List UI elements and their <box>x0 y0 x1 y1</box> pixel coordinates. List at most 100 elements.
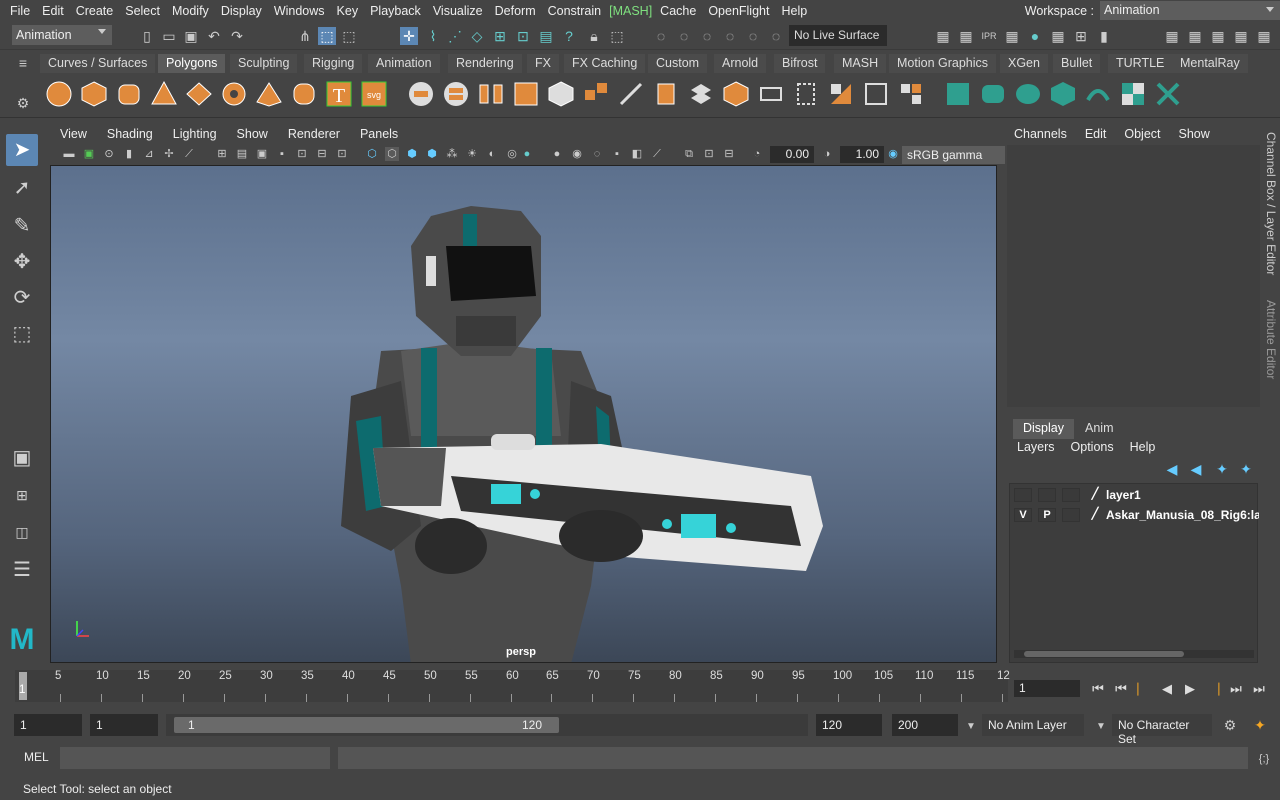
layer-visibility-toggle[interactable]: V <box>1014 508 1032 522</box>
menu-openflight[interactable]: OpenFlight <box>702 4 775 18</box>
layer-color-swatch[interactable]: ╱ <box>1086 488 1104 502</box>
snap-view-icon[interactable]: ⊞ <box>491 27 509 45</box>
tab-motion-graphics[interactable]: Motion Graphics <box>889 54 997 73</box>
menu-edit[interactable]: Edit <box>36 4 70 18</box>
xray-icon[interactable]: ◌ <box>590 147 604 161</box>
textured-icon[interactable]: ⬢ <box>405 147 419 161</box>
playback-end-field[interactable]: 120 <box>816 714 882 736</box>
go-to-end-icon[interactable]: ⏭ <box>1249 680 1269 698</box>
tab-bullet[interactable]: Bullet <box>1053 54 1101 73</box>
text-tool-icon[interactable]: T <box>325 80 353 108</box>
layer-playback-toggle[interactable]: P <box>1038 508 1056 522</box>
ipr-render-icon[interactable]: IPR <box>980 27 998 45</box>
layer-row[interactable]: V P ╱ Askar_Manusia_08_Rig6:layer1 <box>1010 505 1259 525</box>
uv-editor-icon[interactable] <box>1154 80 1182 108</box>
safe-action-icon[interactable]: ▤ <box>235 147 249 161</box>
menuset-dropdown[interactable]: Animation <box>12 25 112 45</box>
uv-unfold-icon[interactable] <box>1084 80 1112 108</box>
channelbox-menu-object[interactable]: Object <box>1115 127 1169 141</box>
layer-editor-toggle-icon[interactable]: ▦ <box>1255 27 1273 45</box>
use-all-lights-icon[interactable]: ⬢ <box>425 147 439 161</box>
tab-xgen[interactable]: XGen <box>1000 54 1048 73</box>
history-icon[interactable]: ▤ <box>537 27 555 45</box>
snap-grid-icon[interactable]: ✛ <box>400 27 418 45</box>
chevron-down-icon[interactable]: ▼ <box>1092 718 1110 736</box>
undo-icon[interactable]: ↶ <box>205 27 223 45</box>
panel-menu-shading[interactable]: Shading <box>97 127 163 141</box>
step-back-frame-icon[interactable]: ⎸ <box>1134 680 1154 698</box>
menu-help[interactable]: Help <box>775 4 813 18</box>
animation-start-field[interactable]: 1 <box>14 714 82 736</box>
perspective-viewport[interactable]: persp <box>50 165 997 663</box>
panel-menu-renderer[interactable]: Renderer <box>278 127 350 141</box>
anim-layer-dropdown[interactable]: No Anim Layer <box>982 714 1084 736</box>
hypershade-icon[interactable]: ● <box>1026 27 1044 45</box>
channelbox-menu-channels[interactable]: Channels <box>1005 127 1076 141</box>
render-settings-icon[interactable]: ▦ <box>934 27 952 45</box>
insert-edge-loop-icon[interactable] <box>757 80 785 108</box>
shelf-menu-icon[interactable]: ≡ <box>14 54 32 72</box>
layer-type-toggle[interactable] <box>1062 488 1080 502</box>
smooth-icon[interactable] <box>512 80 540 108</box>
poly-cone-icon[interactable] <box>150 80 178 108</box>
tab-attribute-editor[interactable]: Attribute Editor <box>1264 300 1278 379</box>
menu-modify[interactable]: Modify <box>166 4 215 18</box>
layer-menu-help[interactable]: Help <box>1122 440 1164 458</box>
menu-mash[interactable]: [MASH] <box>607 4 654 18</box>
multi-cut-icon[interactable] <box>617 80 645 108</box>
layer-menu-layers[interactable]: Layers <box>1009 440 1063 458</box>
fill-hole-icon[interactable] <box>722 80 750 108</box>
separate-icon[interactable] <box>442 80 470 108</box>
tab-curves-surfaces[interactable]: Curves / Surfaces <box>40 54 156 73</box>
step-forward-frame-icon[interactable]: ⏭ <box>1226 680 1246 698</box>
shadows-icon[interactable]: ⁂ <box>445 147 459 161</box>
color-management-icon[interactable]: ◉ <box>886 147 900 161</box>
move-layer-up-icon[interactable]: ◀ <box>1163 460 1181 478</box>
snap-surface-icon[interactable]: ◇ <box>468 27 486 45</box>
uv-spherical-icon[interactable] <box>1014 80 1042 108</box>
combine-icon[interactable] <box>407 80 435 108</box>
channelbox-menu-show[interactable]: Show <box>1170 127 1219 141</box>
poly-plane-icon[interactable] <box>185 80 213 108</box>
poly-pipe-icon[interactable] <box>290 80 318 108</box>
snap-point-icon[interactable]: ⋰ <box>446 27 464 45</box>
render-globals-icon[interactable]: ▦ <box>1049 27 1067 45</box>
paint-select-tool-icon[interactable]: ✎ <box>6 210 38 242</box>
select-component-icon[interactable]: ⬚ <box>340 27 358 45</box>
offset-edge-loop-icon[interactable] <box>792 80 820 108</box>
two-view-layout-icon[interactable]: ◫ <box>6 516 38 548</box>
menu-deform[interactable]: Deform <box>489 4 542 18</box>
scrollbar-thumb[interactable] <box>1024 651 1184 657</box>
tab-fx-caching[interactable]: FX Caching <box>564 54 646 73</box>
move-layer-down-icon[interactable]: ◀ <box>1187 460 1205 478</box>
tab-rendering[interactable]: Rendering <box>448 54 522 73</box>
step-forward-key-icon[interactable]: ⎹ <box>1203 680 1223 698</box>
tab-display[interactable]: Display <box>1013 419 1074 439</box>
gamma-icon[interactable]: ◑ <box>820 147 834 161</box>
poly-cylinder-icon[interactable] <box>115 80 143 108</box>
save-scene-icon[interactable]: ▣ <box>182 27 200 45</box>
motion-blur-icon[interactable]: ◎ <box>505 147 519 161</box>
scale-tool-icon[interactable]: ⬚ <box>6 318 38 350</box>
script-editor-icon[interactable]: {;} <box>1255 750 1273 768</box>
hud-icon[interactable]: ⧉ <box>682 147 696 161</box>
tab-bifrost[interactable]: Bifrost <box>774 54 826 73</box>
tab-animation[interactable]: Animation <box>368 54 440 73</box>
layer-type-toggle[interactable] <box>1062 508 1080 522</box>
playback-start-field[interactable]: 1 <box>90 714 158 736</box>
menu-select[interactable]: Select <box>119 4 166 18</box>
poly-pyramid-icon[interactable] <box>255 80 283 108</box>
lasso-tool-icon[interactable]: ➚ <box>6 172 38 204</box>
modeling-toolkit-icon[interactable]: ⊞ <box>1072 27 1090 45</box>
horizontal-scrollbar[interactable] <box>1014 650 1254 658</box>
anti-aliasing-icon[interactable]: ● <box>520 147 534 161</box>
tab-turtle[interactable]: TURTLE <box>1108 54 1173 73</box>
cam-lock-icon[interactable]: ⊡ <box>702 147 716 161</box>
panel-menu-lighting[interactable]: Lighting <box>163 127 227 141</box>
select-tool-icon[interactable]: ➤ <box>6 134 38 166</box>
ambient-occlusion-icon[interactable]: ◐ <box>485 147 499 161</box>
frame-all-icon[interactable]: ⊟ <box>722 147 736 161</box>
gate-mask-icon[interactable]: ⊡ <box>295 147 309 161</box>
menu-windows[interactable]: Windows <box>268 4 331 18</box>
symmetry-icon[interactable]: ◌ <box>698 27 716 45</box>
